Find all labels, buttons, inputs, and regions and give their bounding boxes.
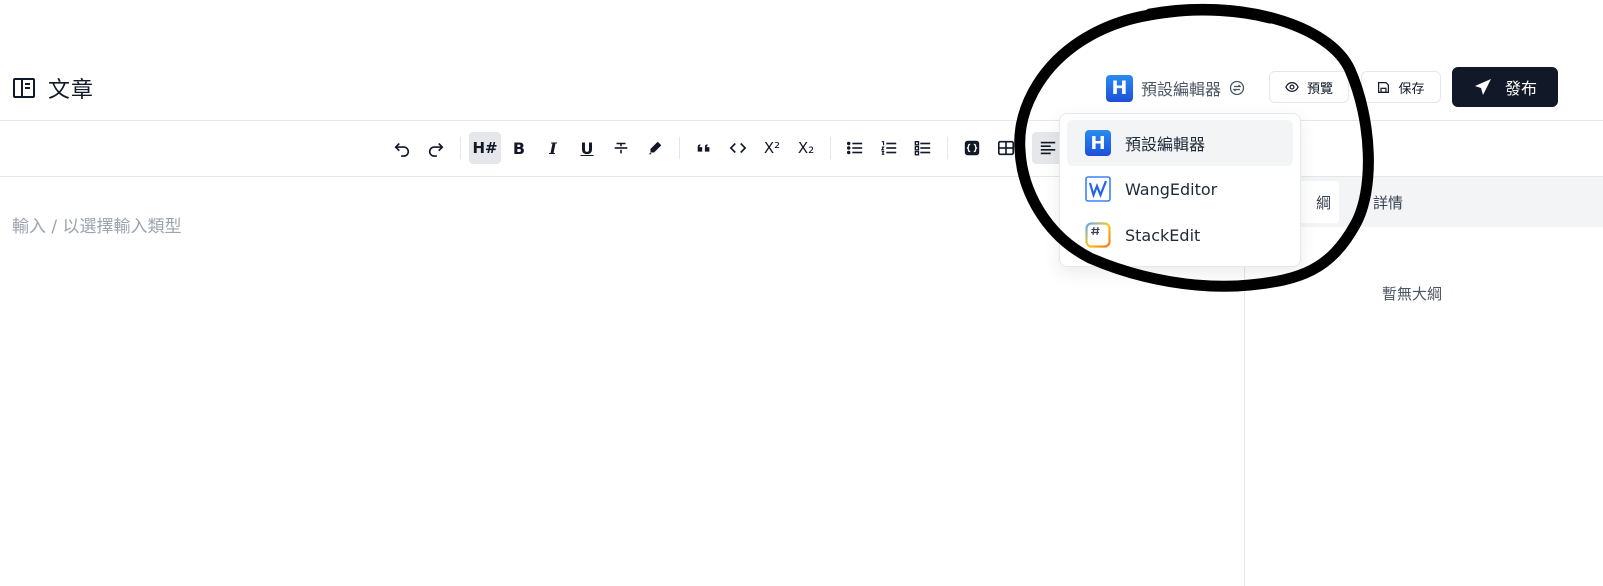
h-logo-icon: H (1106, 74, 1133, 102)
preview-button[interactable]: 預覽 (1269, 71, 1349, 103)
undo-button[interactable] (386, 132, 418, 164)
toolbar-divider (460, 137, 461, 159)
redo-button[interactable] (420, 132, 452, 164)
editor-input-placeholder[interactable]: 輸入 / 以選擇輸入類型 (12, 212, 182, 237)
stackedit-icon (1085, 222, 1111, 248)
dropdown-item-label: WangEditor (1125, 179, 1218, 199)
code-block-button[interactable] (956, 132, 988, 164)
save-icon (1377, 81, 1390, 94)
tab-details-label: 詳情 (1373, 193, 1404, 212)
quote-button[interactable] (688, 132, 720, 164)
bullet-list-icon (846, 141, 863, 155)
code-button[interactable] (722, 132, 754, 164)
header-divider (0, 120, 1603, 121)
page-title: 文章 (48, 78, 95, 103)
toolbar-divider (947, 137, 948, 159)
align-left-icon (1040, 141, 1056, 155)
switch-icon (1229, 80, 1245, 96)
task-list-icon (914, 141, 931, 156)
table-icon (997, 140, 1015, 156)
publish-label: 發布 (1504, 79, 1537, 98)
underline-label: U (580, 138, 594, 158)
superscript-label: X² (763, 139, 781, 157)
tab-details[interactable]: 詳情 (1373, 181, 1403, 223)
wangeditor-icon (1085, 176, 1111, 202)
bold-label: B (512, 138, 526, 158)
superscript-button[interactable]: X² (756, 132, 788, 164)
quote-icon (697, 144, 710, 152)
dropdown-item-label: 預設編輯器 (1125, 135, 1206, 154)
publish-button[interactable]: 發布 (1452, 67, 1558, 107)
ordered-list-button[interactable] (873, 132, 905, 164)
editor-page: 文章 H 預設編輯器 預覽 保存 發布 H# B I U X² X₂ 輸入 / … (0, 0, 1603, 586)
code-icon (729, 142, 747, 154)
table-button[interactable] (990, 132, 1022, 164)
save-label: 保存 (1398, 81, 1425, 97)
preview-label: 預覽 (1306, 81, 1333, 97)
dropdown-item-default-editor[interactable]: H 預設編輯器 (1067, 120, 1293, 166)
dropdown-item-label: StackEdit (1125, 225, 1201, 245)
heading-label: H# (472, 139, 498, 157)
italic-label: I (549, 138, 557, 158)
underline-button[interactable]: U (571, 132, 603, 164)
eye-icon (1285, 80, 1299, 94)
formatting-toolbar: H# B I U X² X₂ (386, 131, 1064, 165)
tab-outline-label: 綱 (1315, 193, 1331, 212)
toolbar-divider (830, 137, 831, 159)
ordered-list-icon (880, 141, 897, 155)
highlighter-icon (648, 141, 662, 155)
editor-selector-label: 預設編輯器 (1141, 80, 1222, 99)
subscript-label: X₂ (797, 139, 815, 157)
strikethrough-button[interactable] (605, 132, 637, 164)
h-logo-icon: H (1085, 130, 1111, 156)
save-button[interactable]: 保存 (1361, 71, 1441, 103)
undo-icon (394, 142, 410, 157)
italic-button[interactable]: I (537, 132, 569, 164)
task-list-button[interactable] (907, 132, 939, 164)
outline-empty-message: 暫無大綱 (1381, 285, 1442, 303)
highlight-button[interactable] (639, 132, 671, 164)
heading-button[interactable]: H# (469, 132, 501, 164)
send-icon (1473, 77, 1493, 97)
editor-dropdown-menu: H 預設編輯器 WangEditor StackEdit (1059, 113, 1301, 267)
redo-icon (428, 142, 444, 157)
sidebar-toggle-icon[interactable] (12, 76, 36, 100)
bullet-list-button[interactable] (839, 132, 871, 164)
editor-selector[interactable]: H 預設編輯器 (1106, 73, 1245, 103)
toolbar-divider (679, 137, 680, 159)
dropdown-item-wangeditor[interactable]: WangEditor (1067, 166, 1293, 212)
strikethrough-icon (614, 142, 628, 154)
page-header-left: 文章 (12, 73, 94, 103)
dropdown-item-stackedit[interactable]: StackEdit (1067, 212, 1293, 258)
subscript-button[interactable]: X₂ (790, 132, 822, 164)
bold-button[interactable]: B (503, 132, 535, 164)
code-block-icon (964, 140, 980, 156)
